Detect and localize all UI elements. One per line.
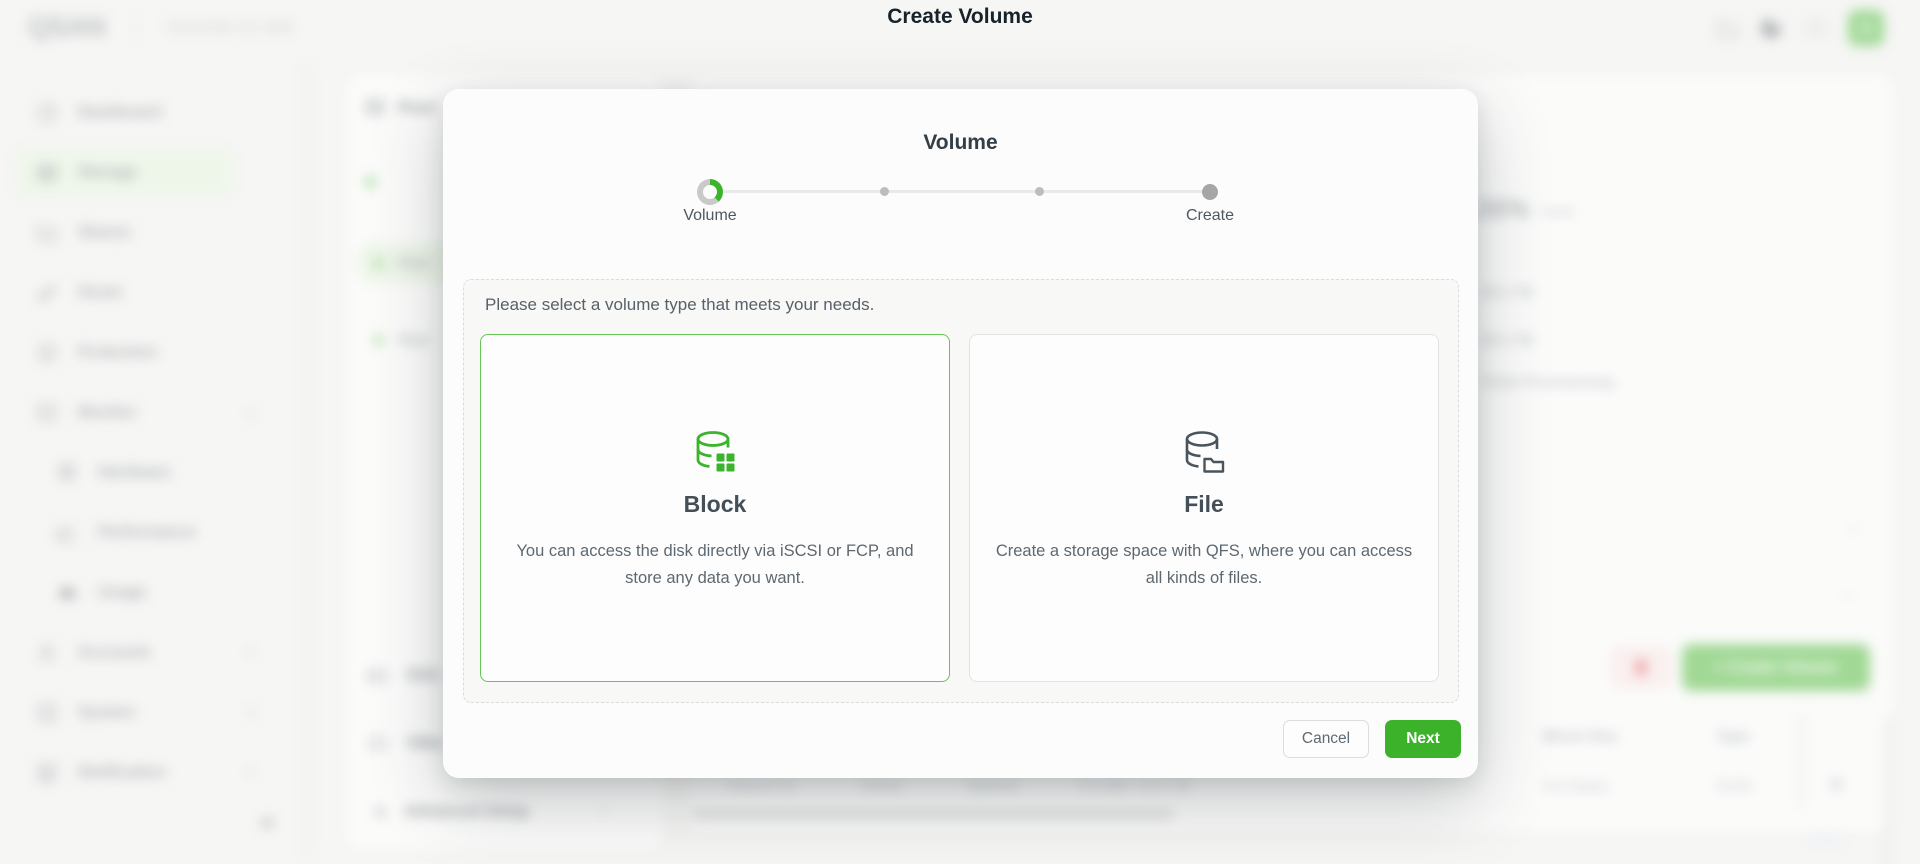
- file-volume-icon: [1181, 429, 1227, 475]
- page-title: Create Volume: [0, 5, 1920, 29]
- create-volume-dialog: Volume Volume Create Please select a vol…: [443, 89, 1478, 778]
- stepper-step-3[interactable]: [1035, 187, 1044, 196]
- type-select-prompt: Please select a volume type that meets y…: [485, 295, 874, 315]
- stepper-step-2[interactable]: [880, 187, 889, 196]
- block-volume-icon: [692, 429, 738, 475]
- dialog-title: Volume: [443, 131, 1478, 155]
- card-title-block: Block: [684, 491, 747, 518]
- card-title-file: File: [1184, 491, 1224, 518]
- screen: QSAN XN4226D-4C-9D8 A Dashboard: [0, 0, 1920, 864]
- card-description-block: You can access the disk directly via iSC…: [500, 538, 930, 592]
- cancel-button[interactable]: Cancel: [1283, 720, 1369, 758]
- volume-type-card-file[interactable]: File Create a storage space with QFS, wh…: [969, 334, 1439, 682]
- stepper-label-volume: Volume: [630, 207, 790, 225]
- stepper-step-volume[interactable]: [697, 179, 723, 205]
- stepper-label-create: Create: [1130, 207, 1290, 225]
- card-description-file: Create a storage space with QFS, where y…: [989, 538, 1419, 592]
- volume-type-card-block[interactable]: Block You can access the disk directly v…: [480, 334, 950, 682]
- stepper-line: [710, 190, 1210, 193]
- next-button[interactable]: Next: [1385, 720, 1461, 758]
- stepper-step-create[interactable]: [1202, 184, 1218, 200]
- volume-type-panel: Please select a volume type that meets y…: [463, 279, 1459, 703]
